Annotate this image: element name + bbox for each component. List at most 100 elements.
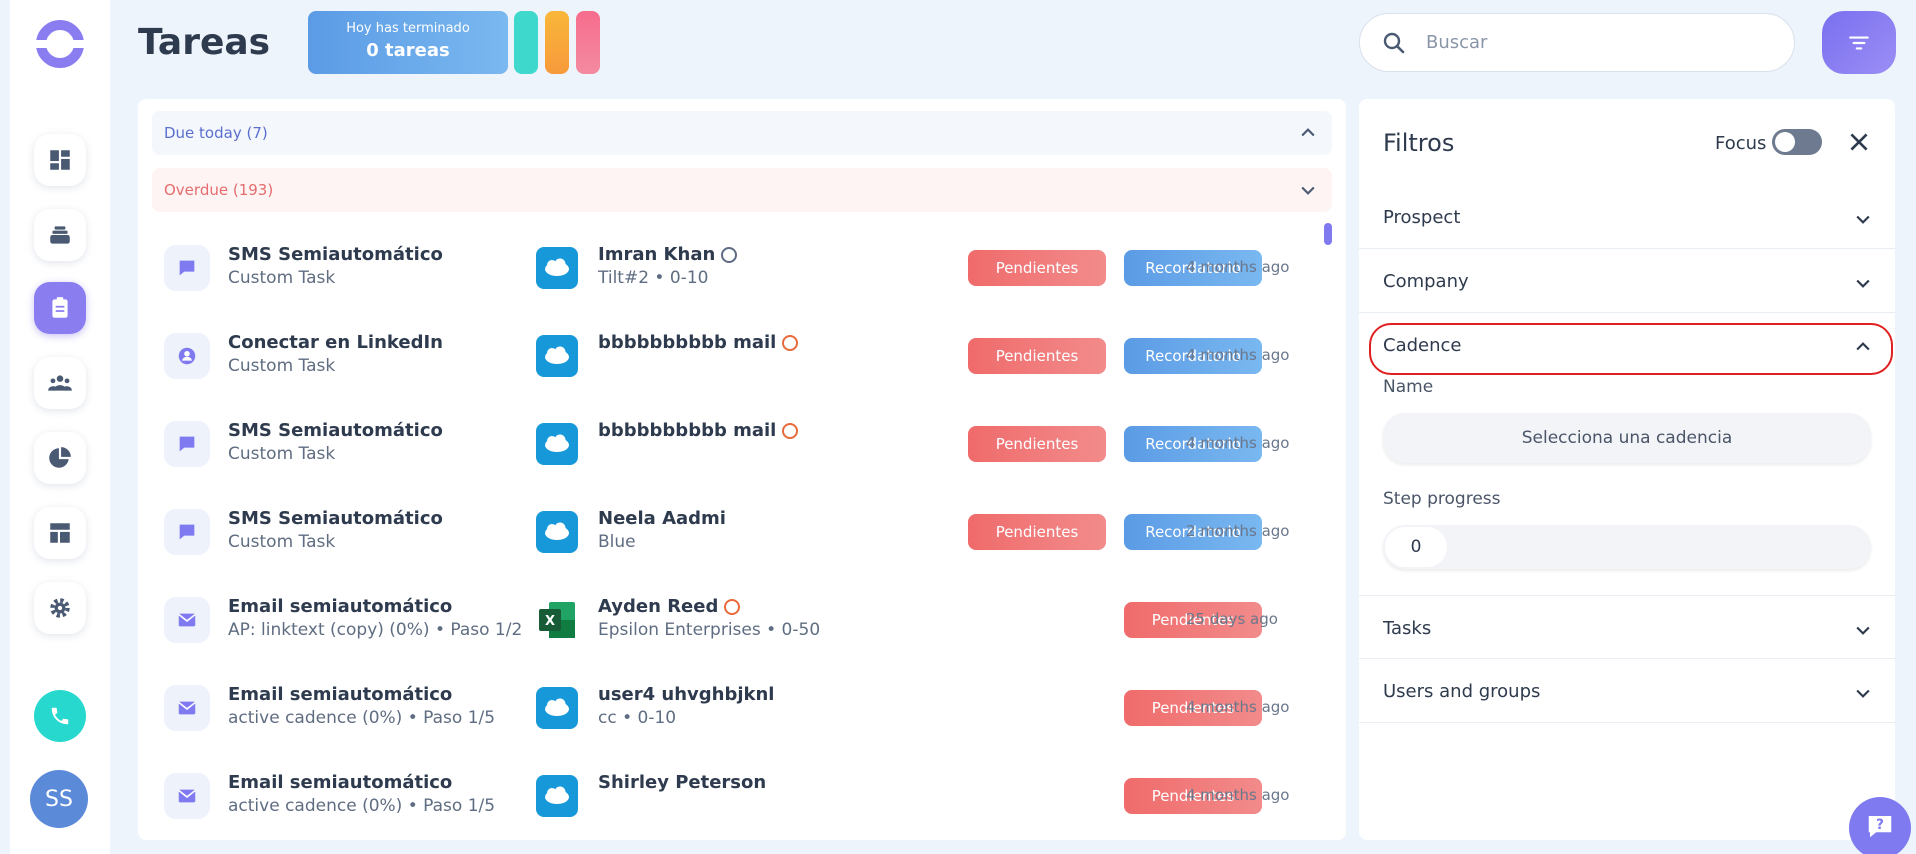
search-bar[interactable] (1359, 13, 1795, 72)
task-time: 25 days ago (1186, 610, 1278, 628)
cadence-name-label: Name (1383, 377, 1434, 397)
pending-badge[interactable]: Pendientes (968, 338, 1106, 374)
stat-pill-teal[interactable] (514, 11, 538, 74)
email-icon (164, 685, 210, 731)
step-progress-slider[interactable]: 0 (1383, 525, 1871, 569)
salesforce-icon (536, 511, 578, 553)
contact-name[interactable]: user4 uhvghbjknl (598, 684, 774, 705)
pending-badge[interactable]: Pendientes (968, 426, 1106, 462)
nav-inbox[interactable] (34, 209, 86, 261)
filter-section-tasks[interactable]: Tasks (1359, 595, 1895, 659)
contact-name-text[interactable]: Imran Khan (598, 244, 715, 265)
task-row[interactable]: Email semiautomático active cadence (0%) … (138, 663, 1318, 751)
task-time: 2 months ago (1186, 522, 1290, 540)
contact-name-text[interactable]: Neela Aadmi (598, 508, 726, 529)
filter-section-prospect[interactable]: Prospect (1359, 185, 1895, 249)
task-title[interactable]: Conectar en LinkedIn (228, 332, 443, 353)
app-logo[interactable] (34, 20, 86, 68)
nav-reports[interactable] (34, 432, 86, 484)
task-title[interactable]: SMS Semiautomático (228, 420, 443, 441)
help-button[interactable]: ? (1849, 797, 1911, 854)
toggle-knob (1775, 132, 1795, 152)
contact-name[interactable]: Shirley Peterson (598, 772, 766, 793)
scrollbar-thumb[interactable] (1324, 223, 1332, 245)
task-subtitle: Custom Task (228, 268, 336, 288)
filter-button[interactable] (1822, 11, 1896, 74)
task-subtitle: active cadence (0%) • Paso 1/5 (228, 796, 496, 816)
email-icon (164, 773, 210, 819)
filter-section-users-groups[interactable]: Users and groups (1359, 659, 1895, 723)
group-overdue[interactable]: Overdue (193) (152, 168, 1332, 212)
nav-settings[interactable] (34, 582, 86, 634)
contact-name[interactable]: Neela Aadmi (598, 508, 726, 529)
task-title[interactable]: Email semiautomático (228, 684, 452, 705)
task-row[interactable]: SMS Semiautomático Custom Task Imran Khan T… (138, 223, 1318, 311)
nav-dashboard[interactable] (34, 134, 86, 186)
avatar[interactable]: SS (30, 770, 88, 828)
pending-badge[interactable]: Pendientes (968, 514, 1106, 550)
people-icon (48, 375, 72, 391)
task-row[interactable]: Email semiautomático AP: linktext (copy) … (138, 575, 1318, 663)
nav-people[interactable] (34, 357, 86, 409)
task-time: 4 months ago (1186, 258, 1290, 276)
task-row[interactable]: SMS Semiautomático Custom Task Neela Aadmi… (138, 487, 1318, 575)
dashboard-icon (50, 150, 70, 170)
task-subtitle: AP: linktext (copy) (0%) • Paso 1/2 (228, 620, 523, 640)
task-row[interactable]: Email semiautomático active cadence (0%) … (138, 751, 1318, 839)
contact-subtitle: cc • 0-10 (598, 708, 677, 728)
done-today-card: Hoy has terminado 0 tareas (308, 11, 508, 74)
timezone-globe-icon (782, 422, 799, 439)
task-row[interactable]: Conectar en LinkedIn Custom Task bbbbbbbbb… (138, 311, 1318, 399)
done-today-count: 0 tareas (366, 40, 450, 61)
task-title[interactable]: SMS Semiautomático (228, 244, 443, 265)
contact-name-text[interactable]: user4 uhvghbjknl (598, 684, 774, 705)
task-subtitle: active cadence (0%) • Paso 1/5 (228, 708, 496, 728)
contact-name-text[interactable]: bbbbbbbbbb mail (598, 332, 776, 353)
timezone-globe-icon (724, 598, 741, 615)
task-time: 4 months ago (1186, 346, 1290, 364)
task-row[interactable]: SMS Semiautomático Custom Task bbbbbbbbbb … (138, 399, 1318, 487)
contact-name[interactable]: Ayden Reed (598, 596, 741, 617)
task-title[interactable]: Email semiautomático (228, 772, 452, 793)
task-title[interactable]: Email semiautomático (228, 596, 452, 617)
help-icon: ? (1868, 816, 1892, 838)
nav-tasks[interactable] (34, 282, 86, 334)
close-icon[interactable] (1846, 129, 1872, 155)
cadence-highlight (1369, 323, 1893, 375)
step-progress-value[interactable]: 0 (1385, 527, 1447, 567)
task-title[interactable]: SMS Semiautomático (228, 508, 443, 529)
sidebar: SS (10, 0, 110, 854)
filter-section-label: Company (1383, 271, 1469, 292)
focus-toggle[interactable] (1772, 129, 1822, 155)
chevron-down-icon (1301, 186, 1315, 195)
inbox-icon (50, 226, 70, 244)
search-input[interactable] (1426, 32, 1766, 53)
contact-name-text[interactable]: bbbbbbbbbb mail (598, 420, 776, 441)
timezone-globe-icon (721, 246, 738, 263)
contact-name[interactable]: bbbbbbbbbb mail (598, 332, 799, 353)
reports-icon (49, 447, 71, 468)
chevron-down-icon (1856, 215, 1870, 224)
filters-title: Filtros (1383, 129, 1455, 157)
group-due-today[interactable]: Due today (7) (152, 111, 1332, 155)
contact-name[interactable]: Imran Khan (598, 244, 738, 265)
svg-text:X: X (545, 614, 555, 629)
sms-icon (164, 421, 210, 467)
contact-subtitle: Tilt#2 • 0-10 (598, 268, 709, 288)
cadence-select[interactable]: Selecciona una cadencia (1383, 413, 1871, 463)
contact-name-text[interactable]: Ayden Reed (598, 596, 718, 617)
contact-subtitle: Blue (598, 532, 636, 552)
contact-name-text[interactable]: Shirley Peterson (598, 772, 766, 793)
phone-button[interactable] (34, 690, 86, 742)
filter-section-company[interactable]: Company (1359, 249, 1895, 313)
stat-pill-orange[interactable] (545, 11, 569, 74)
task-list-panel: Due today (7) Overdue (193) SMS Semiauto… (138, 99, 1346, 840)
contact-name[interactable]: bbbbbbbbbb mail (598, 420, 799, 441)
page-title: Tareas (138, 22, 271, 63)
task-time: 4 months ago (1186, 786, 1290, 804)
linkedin-icon (164, 333, 210, 379)
chevron-down-icon (1856, 626, 1870, 635)
nav-layout[interactable] (34, 507, 86, 559)
pending-badge[interactable]: Pendientes (968, 250, 1106, 286)
stat-pill-pink[interactable] (576, 11, 600, 74)
